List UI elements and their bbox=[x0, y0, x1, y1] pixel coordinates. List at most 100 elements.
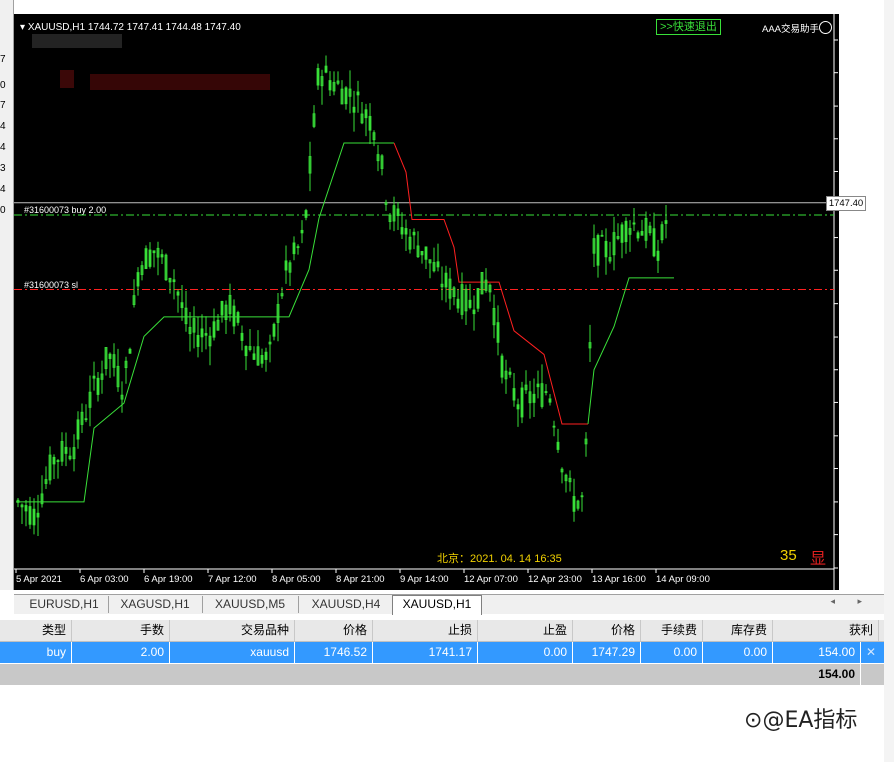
candle-body bbox=[300, 229, 304, 234]
candle-body bbox=[136, 272, 140, 287]
header-symbol[interactable]: 交易品种 bbox=[170, 620, 295, 641]
candle-body bbox=[512, 388, 516, 401]
candle-body bbox=[328, 80, 332, 91]
tab-xauusd-h4[interactable]: XAUUSD,H4 bbox=[298, 596, 395, 613]
candle-body bbox=[604, 240, 608, 258]
candle-body bbox=[200, 328, 204, 338]
stop-loss-label[interactable]: #31600073 sl bbox=[24, 280, 78, 290]
candle-body bbox=[92, 375, 96, 379]
candle-body bbox=[56, 460, 60, 462]
candle-body bbox=[144, 248, 148, 270]
strip-number: 0 bbox=[0, 205, 6, 216]
quick-exit-button[interactable]: >>快速退出 bbox=[656, 19, 721, 35]
candle-body bbox=[404, 228, 408, 235]
time-tick-label: 5 Apr 2021 bbox=[16, 574, 62, 585]
cell-profit: 154.00 bbox=[773, 642, 861, 663]
candle-body bbox=[204, 333, 208, 336]
candle-body bbox=[620, 224, 624, 243]
cell-type: buy bbox=[0, 642, 72, 663]
watermark: ⊙@EA指标 bbox=[744, 702, 857, 734]
candle-body bbox=[656, 250, 660, 261]
strip-number: 3 bbox=[0, 163, 6, 174]
candle-body bbox=[496, 322, 500, 343]
cell-symbol: xauusd bbox=[170, 642, 295, 663]
candle-body bbox=[520, 387, 524, 418]
price-chart[interactable]: ▾ XAUUSD,H1 1744.72 1747.41 1744.48 1747… bbox=[14, 14, 839, 590]
candle-body bbox=[500, 355, 504, 378]
trailing-stop-down bbox=[393, 142, 588, 425]
chart-canvas[interactable] bbox=[14, 14, 839, 590]
display-toggle[interactable]: 显 bbox=[810, 545, 826, 569]
candle-body bbox=[180, 302, 184, 309]
candle-body bbox=[400, 227, 404, 235]
candle-body bbox=[632, 222, 636, 225]
candle-body bbox=[212, 321, 216, 338]
candle-body bbox=[28, 506, 32, 525]
candle-body bbox=[596, 235, 600, 266]
candle-body bbox=[352, 106, 356, 113]
candle-body bbox=[24, 505, 28, 512]
header-stop-loss[interactable]: 止损 bbox=[373, 620, 478, 641]
tab-xagusd-h1[interactable]: XAGUSD,H1 bbox=[108, 596, 203, 613]
candle-body bbox=[548, 398, 552, 403]
header-type[interactable]: 类型 bbox=[0, 620, 72, 641]
smiley-icon bbox=[819, 21, 832, 34]
candle-body bbox=[664, 220, 668, 224]
candle-body bbox=[344, 87, 348, 105]
candle-body bbox=[468, 299, 472, 308]
tab-scroll-arrows[interactable]: ◂ ▸ bbox=[830, 596, 872, 607]
candle-body bbox=[444, 272, 448, 288]
candle-body bbox=[652, 228, 656, 257]
cell-commission: 0.00 bbox=[641, 642, 703, 663]
header-open-price[interactable]: 价格 bbox=[295, 620, 373, 641]
candle-body bbox=[292, 242, 296, 255]
candle-body bbox=[640, 231, 644, 236]
candle-body bbox=[32, 508, 36, 526]
tab-xauusd-m5[interactable]: XAUUSD,M5 bbox=[202, 596, 299, 613]
candle-body bbox=[472, 309, 476, 315]
trailing-stop-up bbox=[587, 277, 674, 425]
time-tick-label: 9 Apr 14:00 bbox=[400, 574, 449, 585]
chart-tab-bar: EURUSD,H1 XAGUSD,H1 XAUUSD,M5 XAUUSD,H4 … bbox=[14, 594, 884, 615]
symbol-header: ▾ XAUUSD,H1 1744.72 1747.41 1744.48 1747… bbox=[20, 22, 241, 33]
candle-body bbox=[508, 371, 512, 375]
strip-number: 7 bbox=[0, 100, 6, 111]
tab-eurusd-h1[interactable]: EURUSD,H1 bbox=[20, 596, 109, 613]
blurred-banner bbox=[90, 74, 270, 90]
header-commission[interactable]: 手续费 bbox=[641, 620, 703, 641]
table-row[interactable]: buy 2.00 xauusd 1746.52 1741.17 0.00 174… bbox=[0, 642, 884, 663]
time-tick-label: 7 Apr 12:00 bbox=[208, 574, 257, 585]
time-tick-label: 14 Apr 09:00 bbox=[656, 574, 710, 585]
strip-number: 4 bbox=[0, 184, 6, 195]
candle-body bbox=[272, 323, 276, 337]
buy-order-label[interactable]: #31600073 buy 2.00 bbox=[24, 205, 106, 215]
header-take-profit[interactable]: 止盈 bbox=[478, 620, 573, 641]
header-profit[interactable]: 获利 bbox=[773, 620, 879, 641]
candle-body bbox=[152, 250, 156, 254]
candle-body bbox=[172, 279, 176, 283]
candle-body bbox=[244, 346, 248, 357]
time-tick-label: 8 Apr 05:00 bbox=[272, 574, 321, 585]
candle-body bbox=[264, 351, 268, 360]
candle-body bbox=[128, 348, 132, 354]
cell-current-price: 1747.29 bbox=[573, 642, 641, 663]
candle-body bbox=[220, 301, 224, 316]
candle-body bbox=[324, 65, 328, 73]
header-lots[interactable]: 手数 bbox=[72, 620, 170, 641]
candle-body bbox=[456, 298, 460, 309]
cell-lots: 2.00 bbox=[72, 642, 170, 663]
close-order-icon[interactable]: ✕ bbox=[864, 642, 878, 663]
candle-body bbox=[572, 496, 576, 512]
candle-body bbox=[196, 334, 200, 347]
cell-take-profit: 0.00 bbox=[478, 642, 573, 663]
right-scroll-rail[interactable] bbox=[884, 0, 894, 762]
candle-body bbox=[64, 446, 68, 454]
beijing-time: 北京：2021. 04. 14 16:35 bbox=[437, 553, 562, 565]
header-current-price[interactable]: 价格 bbox=[573, 620, 641, 641]
weibo-icon: ⊙ bbox=[744, 708, 763, 733]
header-swap[interactable]: 库存费 bbox=[703, 620, 773, 641]
candle-body bbox=[424, 246, 428, 260]
tab-xauusd-h1[interactable]: XAUUSD,H1 bbox=[392, 595, 482, 615]
candle-body bbox=[412, 231, 416, 236]
candle-body bbox=[356, 91, 360, 96]
